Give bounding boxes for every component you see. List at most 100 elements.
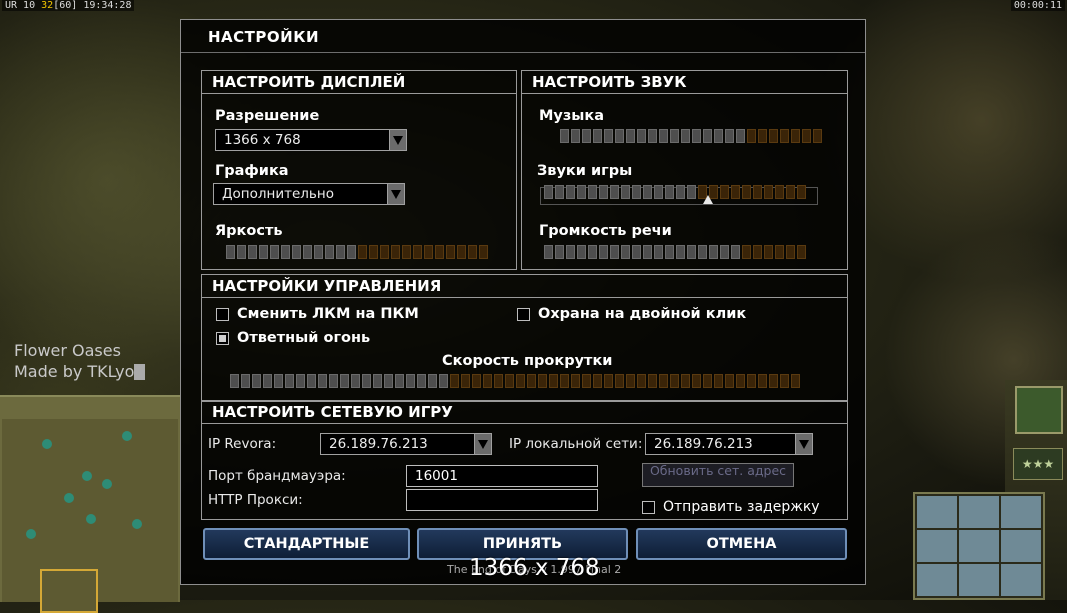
slider-segment[interactable] [560, 374, 569, 388]
slider-segment[interactable] [753, 185, 762, 199]
slider-segment[interactable] [369, 245, 378, 259]
slider-segment[interactable] [654, 245, 663, 259]
slider-segment[interactable] [472, 374, 481, 388]
slider-segment[interactable] [676, 245, 685, 259]
slider-segment[interactable] [402, 245, 411, 259]
slider-segment[interactable] [747, 129, 756, 143]
slider-segment[interactable] [457, 245, 466, 259]
slider-segment[interactable] [659, 374, 668, 388]
slider-segment[interactable] [604, 374, 613, 388]
slider-segment[interactable] [292, 245, 301, 259]
slider-segment[interactable] [692, 374, 701, 388]
slider-segment[interactable] [307, 374, 316, 388]
slider-segment[interactable] [505, 374, 514, 388]
slider-segment[interactable] [285, 374, 294, 388]
slider-segment[interactable] [802, 129, 811, 143]
music-slider[interactable] [560, 129, 822, 143]
slider-segment[interactable] [736, 129, 745, 143]
slider-segment[interactable] [571, 374, 580, 388]
slider-segment[interactable] [615, 129, 624, 143]
slider-thumb-icon[interactable] [703, 195, 713, 204]
slider-segment[interactable] [303, 245, 312, 259]
slider-segment[interactable] [648, 374, 657, 388]
slider-segment[interactable] [237, 245, 246, 259]
slider-segment[interactable] [725, 374, 734, 388]
slider-segment[interactable] [720, 185, 729, 199]
slider-segment[interactable] [742, 245, 751, 259]
slider-segment[interactable] [446, 245, 455, 259]
slider-segment[interactable] [725, 129, 734, 143]
firewall-port-input[interactable]: 16001 [406, 465, 598, 487]
slider-segment[interactable] [384, 374, 393, 388]
slider-segment[interactable] [670, 374, 679, 388]
slider-segment[interactable] [479, 245, 488, 259]
resolution-dropdown[interactable]: 1366 x 768 [215, 129, 407, 151]
slider-segment[interactable] [566, 245, 575, 259]
slider-segment[interactable] [648, 129, 657, 143]
slider-segment[interactable] [226, 245, 235, 259]
slider-segment[interactable] [252, 374, 261, 388]
slider-segment[interactable] [329, 374, 338, 388]
slider-segment[interactable] [632, 185, 641, 199]
cancel-button[interactable]: ОТМЕНА [636, 528, 847, 560]
slider-segment[interactable] [775, 245, 784, 259]
slider-segment[interactable] [714, 374, 723, 388]
slider-segment[interactable] [786, 245, 795, 259]
unit-portrait[interactable] [959, 530, 999, 562]
slider-segment[interactable] [296, 374, 305, 388]
slider-segment[interactable] [643, 245, 652, 259]
slider-segment[interactable] [588, 185, 597, 199]
unit-portrait[interactable] [1001, 564, 1041, 596]
slider-segment[interactable] [709, 245, 718, 259]
slider-segment[interactable] [758, 129, 767, 143]
slider-segment[interactable] [687, 245, 696, 259]
slider-segment[interactable] [687, 185, 696, 199]
slider-segment[interactable] [483, 374, 492, 388]
slider-segment[interactable] [560, 129, 569, 143]
slider-segment[interactable] [347, 245, 356, 259]
slider-segment[interactable] [450, 374, 459, 388]
slider-segment[interactable] [461, 374, 470, 388]
slider-segment[interactable] [593, 374, 602, 388]
slider-segment[interactable] [665, 245, 674, 259]
slider-segment[interactable] [692, 129, 701, 143]
slider-segment[interactable] [764, 245, 773, 259]
slider-segment[interactable] [632, 245, 641, 259]
slider-segment[interactable] [703, 129, 712, 143]
slider-segment[interactable] [720, 245, 729, 259]
chevron-down-icon[interactable] [389, 130, 406, 150]
slider-segment[interactable] [527, 374, 536, 388]
slider-segment[interactable] [681, 374, 690, 388]
slider-segment[interactable] [747, 374, 756, 388]
return-fire-option[interactable]: Ответный огонь [216, 330, 370, 346]
slider-segment[interactable] [577, 245, 586, 259]
slider-segment[interactable] [769, 374, 778, 388]
slider-segment[interactable] [424, 245, 433, 259]
slider-segment[interactable] [637, 129, 646, 143]
slider-segment[interactable] [274, 374, 283, 388]
slider-segment[interactable] [516, 374, 525, 388]
sfx-slider[interactable] [544, 185, 806, 199]
slider-segment[interactable] [758, 374, 767, 388]
slider-segment[interactable] [230, 374, 239, 388]
send-delay-option[interactable]: Отправить задержку [642, 499, 820, 515]
slider-segment[interactable] [325, 245, 334, 259]
slider-segment[interactable] [241, 374, 250, 388]
chevron-down-icon[interactable] [387, 184, 404, 204]
slider-segment[interactable] [610, 245, 619, 259]
slider-segment[interactable] [281, 245, 290, 259]
slider-segment[interactable] [380, 245, 389, 259]
revora-ip-dropdown[interactable]: 26.189.76.213 [320, 433, 492, 455]
slider-segment[interactable] [736, 374, 745, 388]
rank-stars-icon[interactable]: ★★★ [1013, 448, 1063, 480]
slider-segment[interactable] [626, 374, 635, 388]
slider-segment[interactable] [395, 374, 404, 388]
unit-portraits[interactable] [913, 492, 1045, 600]
slider-segment[interactable] [588, 245, 597, 259]
slider-segment[interactable] [538, 374, 547, 388]
scroll-speed-slider[interactable] [230, 374, 800, 388]
slider-segment[interactable] [544, 185, 553, 199]
voice-slider[interactable] [544, 245, 806, 259]
unit-portrait[interactable] [917, 530, 957, 562]
slider-segment[interactable] [593, 129, 602, 143]
